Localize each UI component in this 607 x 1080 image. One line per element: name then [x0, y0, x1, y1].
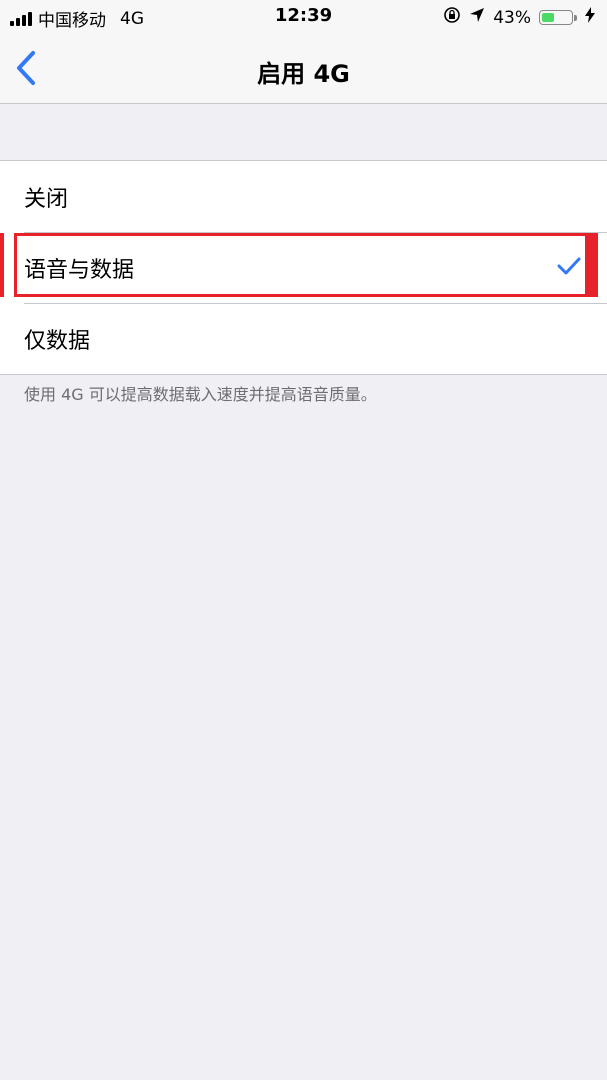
location-arrow-icon — [469, 7, 485, 28]
checkmark-icon — [557, 256, 581, 280]
option-list: 关闭 语音与数据 仅数据 — [0, 160, 607, 375]
battery-percent: 43% — [493, 7, 531, 28]
page-title: 启用 4G — [257, 60, 350, 88]
option-label: 关闭 — [24, 186, 69, 212]
navigation-bar: 启用 4G — [0, 34, 607, 104]
option-data-only[interactable]: 仅数据 — [0, 303, 607, 374]
status-right: 43% — [443, 6, 595, 29]
charging-bolt-icon — [585, 7, 595, 28]
option-voice-and-data[interactable]: 语音与数据 — [0, 232, 607, 303]
option-label: 仅数据 — [24, 328, 91, 354]
option-label: 语音与数据 — [24, 257, 135, 283]
orientation-lock-icon — [443, 6, 461, 29]
footer-note: 使用 4G 可以提高数据载入速度并提高语音质量。 — [24, 385, 377, 404]
battery-icon — [539, 10, 577, 25]
status-bar: 中国移动 4G 12:39 43% — [0, 0, 607, 34]
option-off[interactable]: 关闭 — [0, 161, 607, 232]
